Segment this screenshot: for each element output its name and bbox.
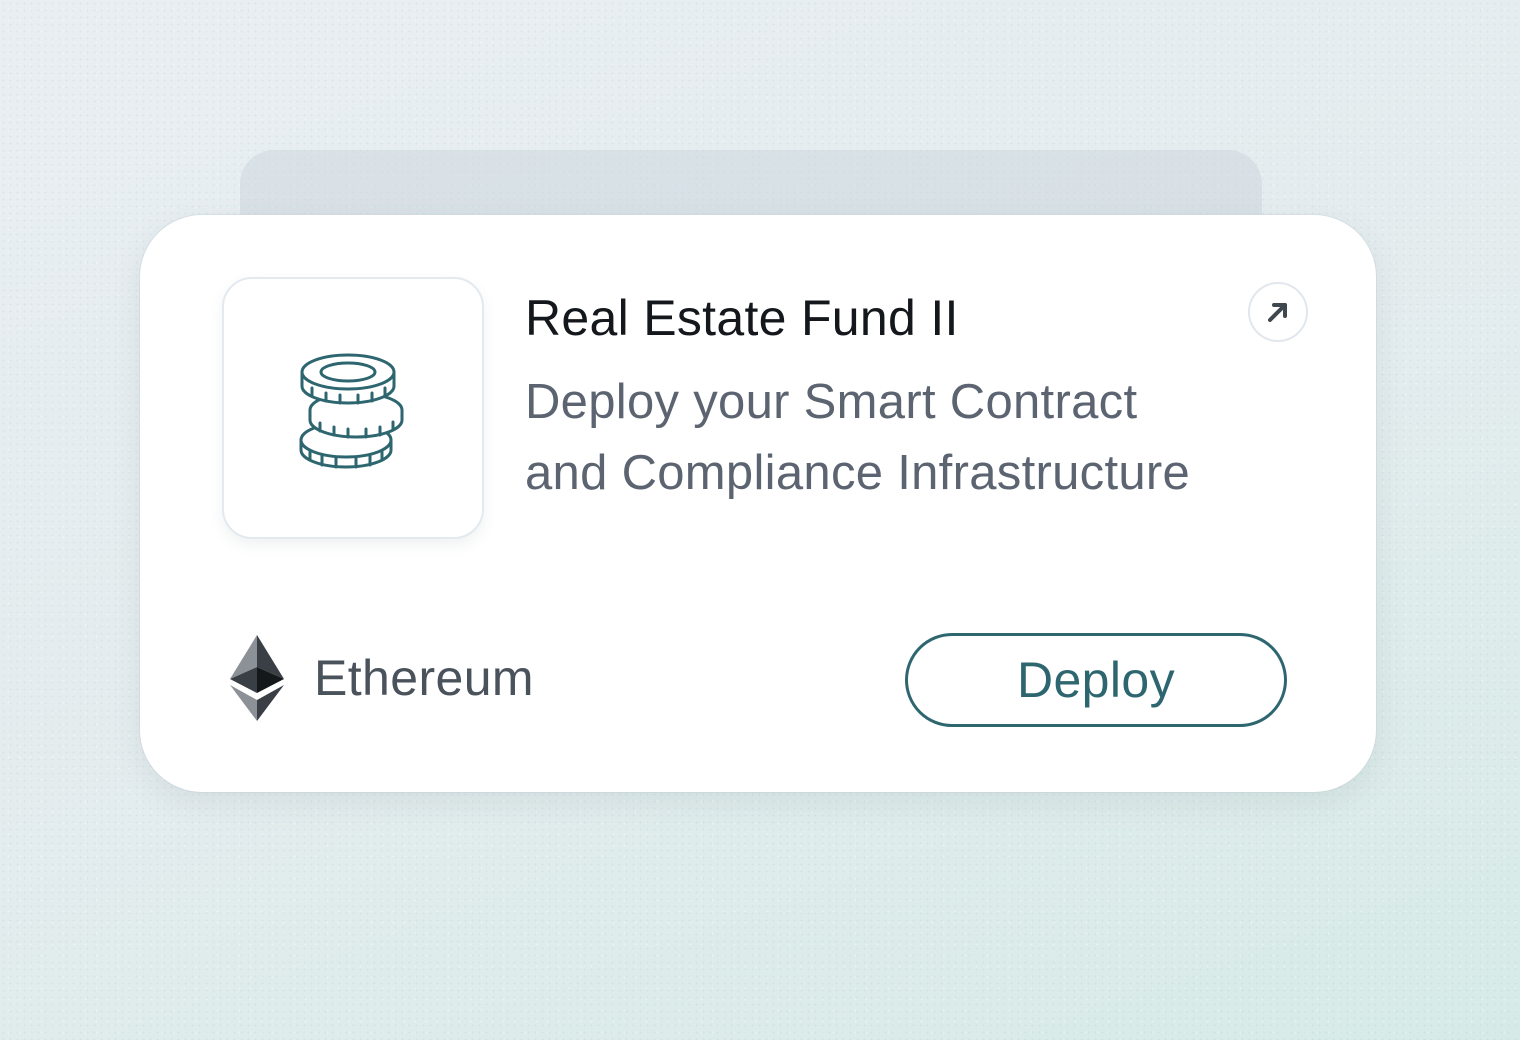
- fund-description: Deploy your Smart Contract and Complianc…: [525, 367, 1305, 509]
- network-label: Ethereum: [314, 650, 534, 706]
- network-indicator: Ethereum: [230, 635, 534, 721]
- fund-description-line: Deploy your Smart Contract: [525, 375, 1138, 429]
- open-details-button[interactable]: [1248, 282, 1308, 342]
- deploy-button[interactable]: Deploy: [905, 633, 1287, 727]
- fund-icon-tile: [222, 277, 484, 539]
- fund-description-line: and Compliance Infrastructure: [525, 446, 1191, 500]
- fund-title: Real Estate Fund II: [525, 290, 959, 346]
- arrow-up-right-icon: [1268, 303, 1287, 322]
- coin-stack-icon: [299, 353, 404, 469]
- fund-card: Real Estate Fund II Deploy your Smart Co…: [140, 215, 1376, 792]
- ethereum-icon: [230, 635, 284, 721]
